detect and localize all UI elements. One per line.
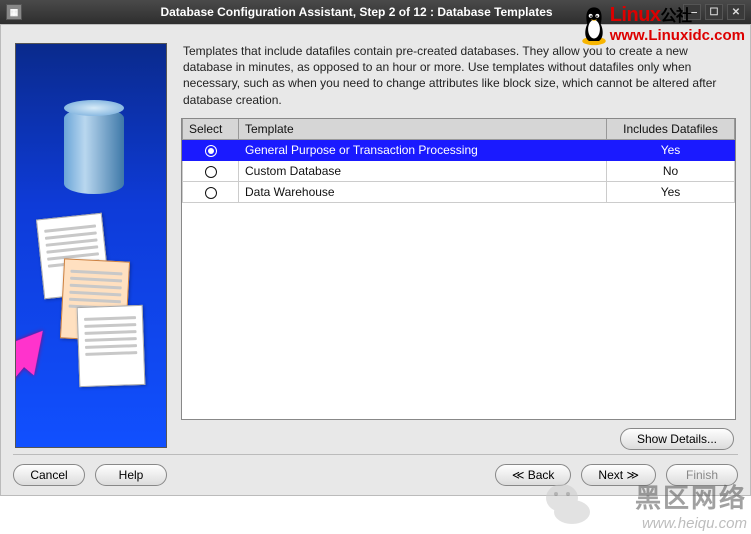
main-area: Templates that include datafiles contain… xyxy=(1,25,750,454)
cell-includes: No xyxy=(607,160,735,181)
description-text: Templates that include datafiles contain… xyxy=(181,43,736,118)
wizard-footer: Cancel Help ≪ Back Next ≫ Finish xyxy=(1,455,750,495)
column-header-includes[interactable]: Includes Datafiles xyxy=(607,119,735,140)
window-titlebar: ▦ Database Configuration Assistant, Step… xyxy=(0,0,751,24)
show-details-button[interactable]: Show Details... xyxy=(620,428,734,450)
cell-includes: Yes xyxy=(607,181,735,202)
app-icon: ▦ xyxy=(6,4,22,20)
help-button[interactable]: Help xyxy=(95,464,167,486)
cell-template: Data Warehouse xyxy=(239,181,607,202)
table-row[interactable]: Data Warehouse Yes xyxy=(183,181,735,202)
finish-button[interactable]: Finish xyxy=(666,464,738,486)
maximize-button[interactable]: ☐ xyxy=(705,4,723,20)
chevron-right-icon: ≫ xyxy=(626,468,639,482)
next-button[interactable]: Next ≫ xyxy=(581,464,656,486)
radio-icon[interactable] xyxy=(205,166,217,178)
arrow-icon xyxy=(15,317,60,376)
client-area: Templates that include datafiles contain… xyxy=(0,24,751,496)
column-header-select[interactable]: Select xyxy=(183,119,239,140)
back-label: Back xyxy=(528,468,555,482)
column-header-template[interactable]: Template xyxy=(239,119,607,140)
back-button[interactable]: ≪ Back xyxy=(495,464,572,486)
radio-icon[interactable] xyxy=(205,187,217,199)
cancel-button[interactable]: Cancel xyxy=(13,464,85,486)
templates-table: Select Template Includes Datafiles Gener… xyxy=(182,119,735,203)
chevron-left-icon: ≪ xyxy=(512,468,525,482)
radio-icon[interactable] xyxy=(205,145,217,157)
minimize-button[interactable]: — xyxy=(683,4,701,20)
close-button[interactable]: ✕ xyxy=(727,4,745,20)
wizard-side-graphic xyxy=(15,43,167,448)
cell-template: General Purpose or Transaction Processin… xyxy=(239,139,607,160)
window-title: Database Configuration Assistant, Step 2… xyxy=(30,5,683,19)
cell-template: Custom Database xyxy=(239,160,607,181)
cell-includes: Yes xyxy=(607,139,735,160)
watermark-bottom-url: www.heiqu.com xyxy=(635,515,747,532)
window-controls: — ☐ ✕ xyxy=(683,4,745,20)
details-row: Show Details... xyxy=(181,420,736,450)
table-row[interactable]: Custom Database No xyxy=(183,160,735,181)
table-row[interactable]: General Purpose or Transaction Processin… xyxy=(183,139,735,160)
content-panel: Templates that include datafiles contain… xyxy=(181,43,736,450)
templates-table-container: Select Template Includes Datafiles Gener… xyxy=(181,118,736,420)
next-label: Next xyxy=(598,468,623,482)
